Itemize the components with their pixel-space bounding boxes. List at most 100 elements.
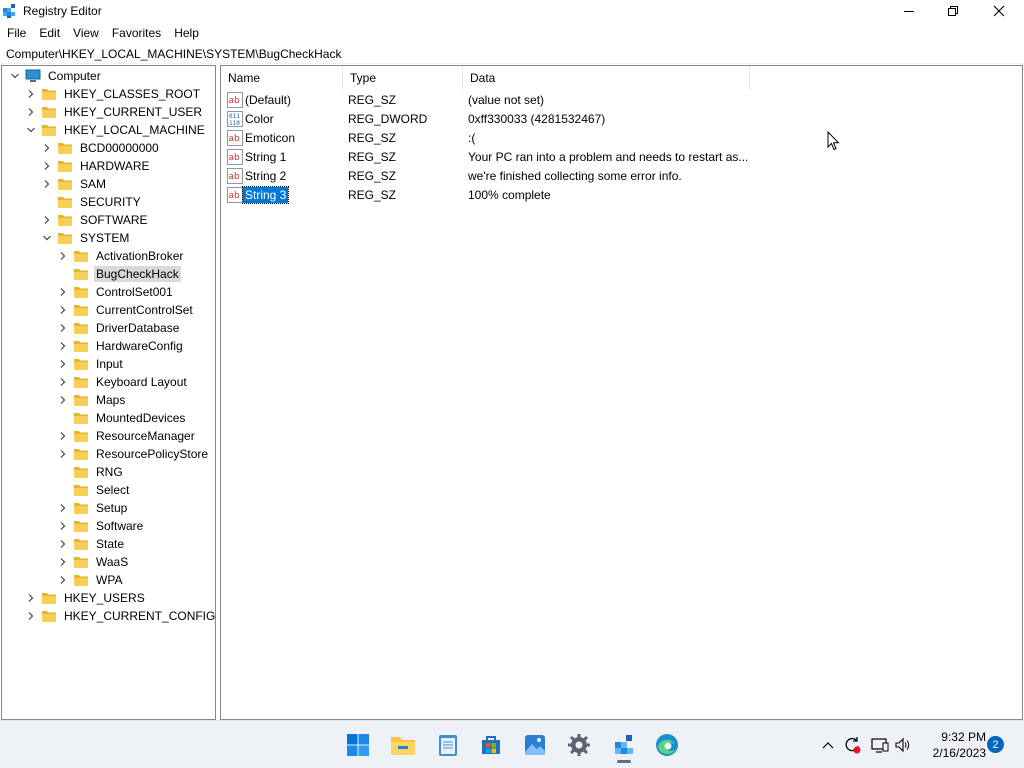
taskbar-registry-editor[interactable]	[608, 729, 640, 763]
tree-item[interactable]: DriverDatabase	[57, 319, 181, 337]
column-type-header[interactable]: Type	[343, 66, 463, 90]
menu-edit[interactable]: Edit	[32, 23, 66, 43]
chevron-down-icon[interactable]	[9, 67, 21, 85]
tree-item[interactable]: SAM	[41, 175, 108, 193]
close-button[interactable]	[976, 0, 1022, 22]
tree-item[interactable]: CurrentControlSet	[57, 301, 195, 319]
chevron-right-icon[interactable]	[57, 301, 69, 319]
restore-button[interactable]	[930, 0, 976, 22]
tree-item[interactable]: Keyboard Layout	[57, 373, 189, 391]
column-data-header[interactable]: Data	[463, 66, 750, 90]
tree-item[interactable]: SYSTEM	[41, 229, 131, 247]
tree-item[interactable]: HardwareConfig	[57, 337, 185, 355]
chevron-right-icon[interactable]	[25, 607, 37, 625]
tree-item[interactable]: HKEY_LOCAL_MACHINE	[25, 121, 207, 139]
chevron-right-icon[interactable]	[57, 283, 69, 301]
menu-favorites[interactable]: Favorites	[105, 23, 167, 43]
system-clock[interactable]: 9:32 PM 2/16/2023	[922, 729, 986, 761]
chevron-right-icon[interactable]	[57, 553, 69, 571]
taskbar-store[interactable]	[475, 729, 507, 761]
folder-icon	[73, 393, 89, 407]
tree-item[interactable]: State	[57, 535, 126, 553]
tree-item[interactable]: HKEY_USERS	[25, 589, 147, 607]
chevron-right-icon[interactable]	[25, 85, 37, 103]
tree-item[interactable]: HKEY_CURRENT_CONFIG	[25, 607, 215, 625]
tree-item[interactable]: SECURITY	[41, 193, 143, 211]
chevron-right-icon[interactable]	[41, 175, 53, 193]
start-button[interactable]	[342, 729, 374, 761]
chevron-right-icon[interactable]	[57, 445, 69, 463]
clock-date: 2/16/2023	[932, 746, 986, 760]
tree-item[interactable]: ActivationBroker	[57, 247, 185, 265]
values-list[interactable]: Name Type Data ab (Default) REG_SZ (value n…	[220, 65, 1023, 720]
tree-item[interactable]: Setup	[57, 499, 129, 517]
chevron-right-icon[interactable]	[57, 247, 69, 265]
chevron-right-icon[interactable]	[57, 535, 69, 553]
tree-item[interactable]: HKEY_CURRENT_USER	[25, 103, 204, 121]
value-row[interactable]: ab String 1 REG_SZ Your PC ran into a probl…	[221, 148, 981, 167]
minimize-button[interactable]	[886, 0, 932, 22]
value-row[interactable]: 011 110 Color REG_DWORD 0xff330033 (42815324…	[221, 110, 981, 129]
chevron-down-icon[interactable]	[25, 121, 37, 139]
column-name-header[interactable]: Name	[221, 66, 343, 90]
chevron-right-icon[interactable]	[41, 157, 53, 175]
value-row[interactable]: ab String 2 REG_SZ we're finished collectin…	[221, 167, 981, 186]
chevron-right-icon[interactable]	[57, 517, 69, 535]
chevron-right-icon[interactable]	[57, 373, 69, 391]
tree-item[interactable]: WaaS	[57, 553, 130, 571]
tree-item[interactable]: Input	[57, 355, 125, 373]
chevron-right-icon[interactable]	[57, 391, 69, 409]
tree-item[interactable]: RNG	[57, 463, 125, 481]
edge-icon	[656, 734, 678, 756]
tree-item[interactable]: BugCheckHack	[57, 265, 181, 283]
tree-item[interactable]: Maps	[57, 391, 127, 409]
tree-item[interactable]: ResourcePolicyStore	[57, 445, 210, 463]
tree-item[interactable]: SOFTWARE	[41, 211, 150, 229]
chevron-right-icon[interactable]	[57, 571, 69, 589]
tray-overflow-button[interactable]	[818, 735, 838, 755]
taskbar-notepad[interactable]	[432, 729, 464, 761]
chevron-right-icon[interactable]	[25, 589, 37, 607]
tree-item[interactable]: HARDWARE	[41, 157, 152, 175]
svg-text:011: 011	[229, 113, 240, 120]
folder-icon	[73, 357, 89, 371]
notification-badge[interactable]: 2	[987, 736, 1004, 753]
chevron-right-icon[interactable]	[57, 499, 69, 517]
chevron-right-icon[interactable]	[25, 103, 37, 121]
chevron-down-icon[interactable]	[41, 229, 53, 247]
address-bar[interactable]: Computer\HKEY_LOCAL_MACHINE\SYSTEM\BugCh…	[0, 44, 1024, 64]
tray-volume[interactable]	[893, 735, 913, 755]
value-row[interactable]: ab (Default) REG_SZ (value not set)	[221, 91, 981, 110]
chevron-right-icon[interactable]	[57, 319, 69, 337]
menu-view[interactable]: View	[66, 23, 105, 43]
tree-item[interactable]: HKEY_CLASSES_ROOT	[25, 85, 202, 103]
value-row[interactable]: ab String 3 REG_SZ 100% complete	[221, 186, 981, 205]
tree-item[interactable]: MountedDevices	[57, 409, 187, 427]
tree-item[interactable]: Select	[57, 481, 131, 499]
chevron-right-icon[interactable]	[41, 211, 53, 229]
taskbar-edge[interactable]	[651, 729, 683, 761]
folder-icon	[41, 123, 57, 137]
chevron-right-icon[interactable]	[57, 337, 69, 355]
address-path[interactable]: Computer\HKEY_LOCAL_MACHINE\SYSTEM\BugCh…	[6, 47, 341, 61]
tree-item[interactable]: Computer	[9, 67, 103, 85]
tree-item[interactable]: WPA	[57, 571, 124, 589]
tree-item[interactable]: ControlSet001	[57, 283, 175, 301]
chevron-right-icon[interactable]	[57, 427, 69, 445]
tree-item[interactable]: BCD00000000	[41, 139, 161, 157]
value-row[interactable]: ab Emoticon REG_SZ:(	[221, 129, 981, 148]
taskbar-settings[interactable]	[563, 729, 595, 761]
chevron-right-icon[interactable]	[41, 139, 53, 157]
chevron-right-icon[interactable]	[57, 355, 69, 373]
menu-file[interactable]: File	[0, 23, 32, 43]
key-tree[interactable]: Computer HKEY_CLASSES_ROOT HKEY_CURRENT_US…	[1, 65, 216, 720]
tree-item[interactable]: Software	[57, 517, 145, 535]
taskbar-file-explorer[interactable]	[387, 729, 419, 761]
menu-help[interactable]: Help	[167, 23, 205, 43]
tree-item[interactable]: ResourceManager	[57, 427, 197, 445]
tray-display[interactable]	[870, 735, 890, 755]
tray-update[interactable]	[842, 735, 862, 755]
taskbar-photos[interactable]	[519, 729, 551, 761]
tree-item-label: ResourceManager	[96, 429, 195, 443]
